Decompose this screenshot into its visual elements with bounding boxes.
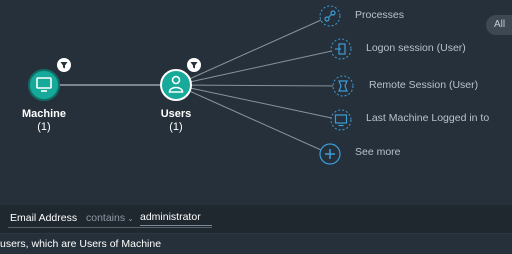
edge-users-processes — [175, 15, 331, 86]
relationship-graph — [28, 5, 354, 165]
users-node[interactable] — [160, 69, 192, 101]
edge-users-logon — [175, 48, 342, 86]
machine-filter-icon[interactable] — [57, 58, 71, 72]
users-label: Users — [160, 108, 192, 120]
filter-operator-dropdown[interactable]: contains ⌄ — [86, 212, 134, 224]
machine-node[interactable] — [28, 69, 60, 101]
branch-label-last-machine[interactable]: Last Machine Logged in to — [366, 112, 489, 124]
filter-field-label[interactable]: Email Address — [10, 212, 77, 224]
see-more-link[interactable]: See more — [355, 146, 401, 158]
users-node-label: Users (1) — [146, 108, 206, 134]
all-pill-button[interactable]: All — [486, 15, 512, 35]
monitor-icon[interactable] — [330, 109, 352, 131]
login-icon[interactable] — [330, 38, 352, 60]
users-filter-icon[interactable] — [187, 58, 201, 72]
edge-users-remote — [175, 84, 344, 87]
filter-operator-label: contains — [86, 212, 126, 224]
machine-label: Machine — [21, 108, 66, 120]
branch-label-logon-session[interactable]: Logon session (User) — [366, 42, 466, 54]
filter-underline — [8, 227, 212, 228]
filter-value-input[interactable]: administrator — [140, 211, 212, 226]
branch-label-processes[interactable]: Processes — [355, 9, 404, 21]
machine-count: (1) — [37, 121, 51, 133]
machine-node-label: Machine (1) — [14, 108, 74, 134]
users-count: (1) — [169, 121, 183, 133]
remote-session-icon[interactable] — [332, 75, 354, 97]
plus-icon[interactable] — [319, 143, 341, 165]
branch-label-remote-session[interactable]: Remote Session (User) — [369, 79, 478, 91]
query-description: users, which are Users of Machine — [0, 238, 162, 250]
chevron-down-icon: ⌄ — [127, 214, 134, 223]
process-icon[interactable] — [319, 5, 341, 27]
